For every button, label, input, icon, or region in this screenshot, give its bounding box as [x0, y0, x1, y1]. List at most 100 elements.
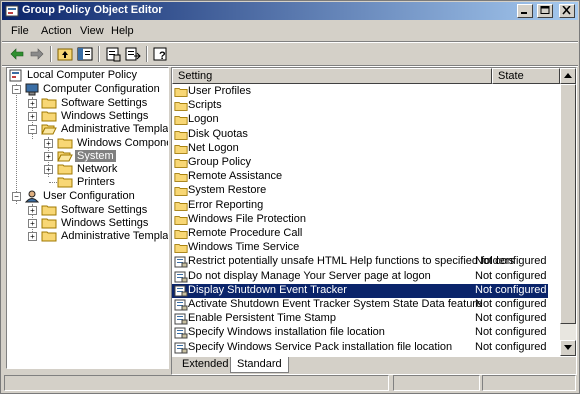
tree-node-user-administrative-templates[interactable]: + Administrative Templates: [9, 230, 168, 243]
title-bar[interactable]: Group Policy Object Editor: [2, 2, 578, 20]
properties-icon: [106, 47, 121, 62]
expand-icon[interactable]: +: [28, 232, 37, 241]
vertical-scrollbar[interactable]: [560, 68, 576, 356]
expand-icon[interactable]: +: [28, 206, 37, 215]
console-tree-icon: [77, 47, 93, 61]
folder-icon: [57, 177, 73, 188]
setting-name: Remote Assistance: [188, 170, 283, 183]
setting-row[interactable]: Disk Quotas: [172, 128, 548, 142]
policy-setting-icon: [174, 256, 188, 268]
tree-node-windows-components[interactable]: + Windows Components: [9, 137, 168, 150]
setting-state: Not configured: [475, 312, 547, 325]
tab-extended[interactable]: Extended: [176, 357, 234, 372]
setting-row[interactable]: Windows Time Service: [172, 241, 548, 255]
close-button[interactable]: [559, 4, 575, 18]
folder-icon: [57, 138, 73, 149]
setting-name: Activate Shutdown Event Tracker System S…: [188, 298, 483, 310]
setting-state: Not configured: [475, 255, 547, 268]
scroll-thumb[interactable]: [560, 84, 576, 324]
tree-node-local-computer-policy[interactable]: Local Computer Policy: [9, 69, 167, 82]
show-hide-tree-button[interactable]: [76, 45, 94, 63]
setting-row[interactable]: Specify Windows installation file locati…: [172, 326, 548, 340]
folder-icon: [174, 215, 188, 225]
scroll-down-button[interactable]: [560, 340, 576, 356]
back-button[interactable]: [8, 45, 26, 63]
setting-state: Not configured: [475, 298, 547, 310]
setting-row[interactable]: Scripts: [172, 99, 548, 113]
policy-setting-icon: [174, 299, 188, 311]
export-list-button[interactable]: [124, 45, 142, 63]
setting-row[interactable]: Do not display Manage Your Server page a…: [172, 270, 548, 284]
tree-label: Software Settings: [61, 97, 148, 109]
expand-icon[interactable]: +: [44, 139, 53, 148]
properties-button[interactable]: [104, 45, 122, 63]
policy-icon: [9, 69, 22, 82]
menu-view[interactable]: View: [80, 25, 104, 37]
tree-label: System: [75, 150, 116, 162]
setting-row[interactable]: Remote Assistance: [172, 170, 548, 184]
forward-arrow-icon: [30, 48, 44, 60]
app-window: Group Policy Object Editor File Action V…: [0, 0, 580, 394]
setting-row[interactable]: Group Policy: [172, 156, 548, 170]
menu-help[interactable]: Help: [111, 25, 134, 37]
setting-row[interactable]: System Restore: [172, 184, 548, 198]
setting-row[interactable]: Restrict potentially unsafe HTML Help fu…: [172, 255, 548, 269]
tree-label: Windows Settings: [61, 217, 149, 229]
tree-node-user-windows-settings[interactable]: + Windows Settings: [9, 217, 167, 230]
setting-row[interactable]: Windows File Protection: [172, 213, 548, 227]
tree-node-printers[interactable]: Printers: [9, 176, 167, 189]
tree-node-system[interactable]: + System: [9, 150, 167, 163]
expand-icon[interactable]: +: [28, 99, 37, 108]
policy-setting-icon: [174, 342, 188, 354]
setting-name: Windows File Protection: [188, 212, 306, 225]
expand-icon[interactable]: +: [28, 219, 37, 228]
tree-node-network[interactable]: + Network: [9, 163, 167, 176]
setting-row[interactable]: Activate Shutdown Event Tracker System S…: [172, 298, 548, 312]
setting-name: Specify Windows installation file locati…: [188, 326, 385, 339]
menu-action[interactable]: Action: [41, 25, 72, 37]
menu-file[interactable]: File: [11, 25, 29, 37]
setting-row[interactable]: Display Shutdown Event Tracker Not config…: [172, 283, 548, 298]
collapse-icon[interactable]: −: [12, 85, 21, 94]
folder-icon: [174, 144, 188, 154]
console-tree[interactable]: Local Computer Policy − Computer Configu…: [6, 67, 169, 369]
column-header-setting[interactable]: Setting: [172, 68, 492, 84]
collapse-icon[interactable]: −: [12, 192, 21, 201]
setting-row[interactable]: Error Reporting: [172, 199, 548, 213]
column-header-state[interactable]: State: [492, 68, 560, 84]
tree-line: [49, 182, 57, 183]
expand-icon[interactable]: +: [44, 165, 53, 174]
expand-icon[interactable]: +: [28, 112, 37, 121]
minimize-button[interactable]: [516, 4, 533, 18]
setting-row[interactable]: Enable Persistent Time Stamp Not configur…: [172, 312, 548, 326]
setting-row[interactable]: Specify Windows Service Pack installatio…: [172, 341, 548, 355]
tab-standard[interactable]: Standard: [230, 357, 289, 373]
tree-node-software-settings[interactable]: + Software Settings: [9, 97, 167, 110]
folder-icon: [41, 98, 57, 109]
collapse-icon[interactable]: −: [28, 125, 37, 134]
forward-button[interactable]: [28, 45, 46, 63]
tree-node-computer-configuration[interactable]: − Computer Configuration: [9, 83, 167, 96]
up-one-level-button[interactable]: [56, 45, 74, 63]
setting-row[interactable]: User Profiles: [172, 85, 548, 99]
setting-row[interactable]: Logon: [172, 113, 548, 127]
setting-row[interactable]: Net Logon: [172, 142, 548, 156]
folder-icon: [41, 218, 57, 229]
help-button[interactable]: ?: [152, 45, 170, 63]
maximize-button[interactable]: [536, 4, 553, 18]
toolbar-separator: [146, 46, 148, 62]
maximize-icon: [540, 6, 550, 14]
tree-node-administrative-templates[interactable]: − Administrative Templates: [9, 123, 168, 136]
expand-icon[interactable]: +: [44, 152, 53, 161]
tree-label: Windows Components: [77, 137, 168, 149]
folder-icon: [174, 244, 188, 253]
policy-setting-icon: [174, 285, 188, 297]
setting-name: Group Policy: [188, 156, 251, 168]
group-policy-app-icon: [5, 5, 19, 17]
setting-row[interactable]: Remote Procedure Call: [172, 227, 548, 241]
scroll-up-button[interactable]: [560, 68, 576, 84]
tree-node-user-software-settings[interactable]: + Software Settings: [9, 204, 167, 217]
details-pane[interactable]: Setting State User Profiles Scripts Logon D…: [171, 67, 577, 375]
tree-node-windows-settings[interactable]: + Windows Settings: [9, 110, 167, 123]
tree-node-user-configuration[interactable]: − User Configuration: [9, 190, 167, 203]
